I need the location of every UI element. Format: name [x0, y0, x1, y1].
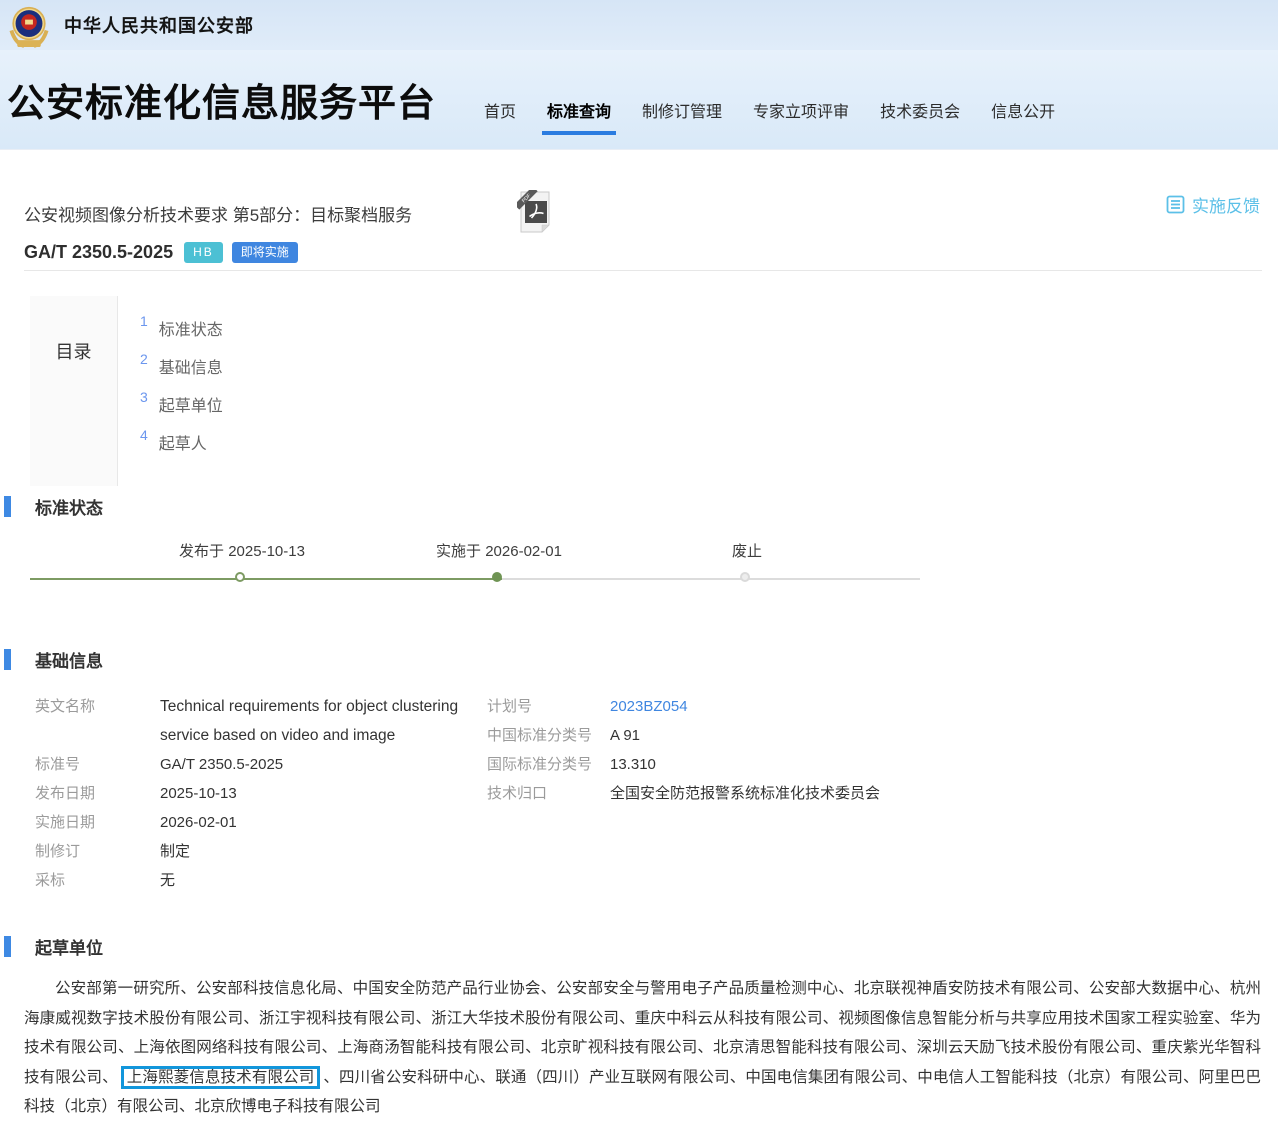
basic-info-right-column: 计划号 2023BZ054 中国标准分类号 A 91 国际标准分类号 13.31…	[487, 692, 880, 808]
organization-name: 中华人民共和国公安部	[64, 12, 254, 38]
highlighted-company: 上海熙菱信息技术有限公司	[121, 1066, 321, 1089]
timeline-label-implemented: 实施于 2026-02-01	[436, 540, 562, 561]
toc-item-number: 4	[140, 427, 148, 443]
info-row-revision-type: 制修订 制定	[35, 837, 472, 866]
toc-label-box: 目录	[30, 296, 118, 486]
site-header: 公安标准化信息服务平台 首页 标准查询 制修订管理 专家立项评审 技术委员会 信…	[0, 50, 1278, 150]
info-value: 全国安全防范报警系统标准化技术委员会	[610, 779, 880, 808]
info-value: 无	[160, 866, 175, 895]
info-row-standard-number: 标准号 GA/T 2350.5-2025	[35, 750, 472, 779]
toc-item-number: 3	[140, 389, 148, 405]
implementation-feedback-link[interactable]: 实施反馈	[1166, 192, 1260, 217]
section-header-standard-status: 标准状态	[4, 494, 103, 519]
toc-item-number: 2	[140, 351, 148, 367]
info-value: Technical requirements for object cluste…	[160, 692, 472, 750]
info-value: 2025-10-13	[160, 779, 237, 808]
info-row-international-classification: 国际标准分类号 13.310	[487, 750, 880, 779]
info-value: 13.310	[610, 750, 656, 779]
section-header-drafting-units: 起草单位	[4, 934, 103, 959]
toc-list: 1 标准状态 2 基础信息 3 起草单位 4 起草人	[140, 316, 223, 468]
feedback-list-icon	[1166, 195, 1185, 214]
toc-item-label: 起草单位	[159, 392, 223, 416]
info-value: GA/T 2350.5-2025	[160, 750, 283, 779]
toc-item-label: 起草人	[159, 430, 207, 454]
timeline-dot-abolished	[740, 572, 750, 582]
timeline-progress	[30, 578, 502, 580]
nav-item-home[interactable]: 首页	[484, 98, 516, 135]
info-label: 计划号	[487, 692, 610, 721]
nav-item-technical-committee[interactable]: 技术委员会	[880, 98, 960, 135]
timeline-dot-published	[235, 572, 245, 582]
badge-hb: HB	[184, 242, 223, 262]
section-title: 标准状态	[35, 494, 103, 519]
nav-item-expert-review[interactable]: 专家立项评审	[753, 98, 849, 135]
info-row-implement-date: 实施日期 2026-02-01	[35, 808, 472, 837]
info-row-publish-date: 发布日期 2025-10-13	[35, 779, 472, 808]
section-title: 起草单位	[35, 934, 103, 959]
toc-item-number: 1	[140, 313, 148, 329]
toc-title: 目录	[56, 338, 92, 364]
standard-number: GA/T 2350.5-2025	[24, 242, 173, 263]
info-label: 实施日期	[35, 808, 160, 837]
timeline-label-published: 发布于 2025-10-13	[179, 540, 305, 561]
info-row-technical-committee: 技术归口 全国安全防范报警系统标准化技术委员会	[487, 779, 880, 808]
section-accent-bar	[4, 936, 11, 957]
government-banner: 中华人民共和国公安部	[0, 0, 1278, 50]
info-label: 国际标准分类号	[487, 750, 610, 779]
info-value: 制定	[160, 837, 190, 866]
site-title: 公安标准化信息服务平台	[7, 72, 436, 127]
toc-item-standard-status[interactable]: 1 标准状态	[140, 316, 223, 354]
info-label: 英文名称	[35, 692, 160, 750]
info-label: 采标	[35, 866, 160, 895]
timeline-label-abolished: 废止	[732, 540, 762, 561]
plan-number-link[interactable]: 2023BZ054	[610, 692, 688, 721]
header-divider	[24, 270, 1262, 271]
section-header-basic-info: 基础信息	[4, 647, 103, 672]
info-row-plan-number: 计划号 2023BZ054	[487, 692, 880, 721]
timeline-dot-implemented	[492, 572, 502, 582]
drafting-units-paragraph: 公安部第一研究所、公安部科技信息化局、中国安全防范产品行业协会、公安部安全与警用…	[24, 974, 1261, 1122]
section-title: 基础信息	[35, 647, 103, 672]
page: 中华人民共和国公安部 公安标准化信息服务平台 首页 标准查询 制修订管理 专家立…	[0, 0, 1278, 1122]
nav-item-revision-management[interactable]: 制修订管理	[642, 98, 722, 135]
table-of-contents: 目录 1 标准状态 2 基础信息 3 起草单位 4 起草人	[30, 296, 370, 486]
pdf-icon[interactable]: PDF	[517, 190, 557, 239]
main-nav: 首页 标准查询 制修订管理 专家立项评审 技术委员会 信息公开	[484, 98, 1055, 135]
info-value: A 91	[610, 721, 640, 750]
section-accent-bar	[4, 496, 11, 517]
nav-item-standard-search[interactable]: 标准查询	[547, 98, 611, 135]
nav-item-information-disclosure[interactable]: 信息公开	[991, 98, 1055, 135]
toc-item-label: 基础信息	[159, 354, 223, 378]
toc-item-drafting-units[interactable]: 3 起草单位	[140, 392, 223, 430]
basic-info-left-column: 英文名称 Technical requirements for object c…	[35, 692, 472, 895]
feedback-label: 实施反馈	[1192, 192, 1260, 217]
section-accent-bar	[4, 649, 11, 670]
info-label: 标准号	[35, 750, 160, 779]
toc-item-drafters[interactable]: 4 起草人	[140, 430, 223, 468]
badge-upcoming-implementation: 即将实施	[232, 242, 298, 262]
toc-item-label: 标准状态	[159, 316, 223, 340]
standard-number-row: GA/T 2350.5-2025 HB 即将实施	[24, 242, 298, 263]
info-label: 中国标准分类号	[487, 721, 610, 750]
info-row-adoption: 采标 无	[35, 866, 472, 895]
national-police-emblem-icon	[8, 3, 50, 48]
toc-item-basic-info[interactable]: 2 基础信息	[140, 354, 223, 392]
info-label: 发布日期	[35, 779, 160, 808]
info-row-china-classification: 中国标准分类号 A 91	[487, 721, 880, 750]
info-label: 技术归口	[487, 779, 610, 808]
info-label: 制修订	[35, 837, 160, 866]
info-value: 2026-02-01	[160, 808, 237, 837]
info-row-english-name: 英文名称 Technical requirements for object c…	[35, 692, 472, 750]
status-timeline: 发布于 2025-10-13 实施于 2026-02-01 废止	[30, 540, 920, 592]
document-title: 公安视频图像分析技术要求 第5部分：目标聚档服务	[24, 201, 412, 226]
